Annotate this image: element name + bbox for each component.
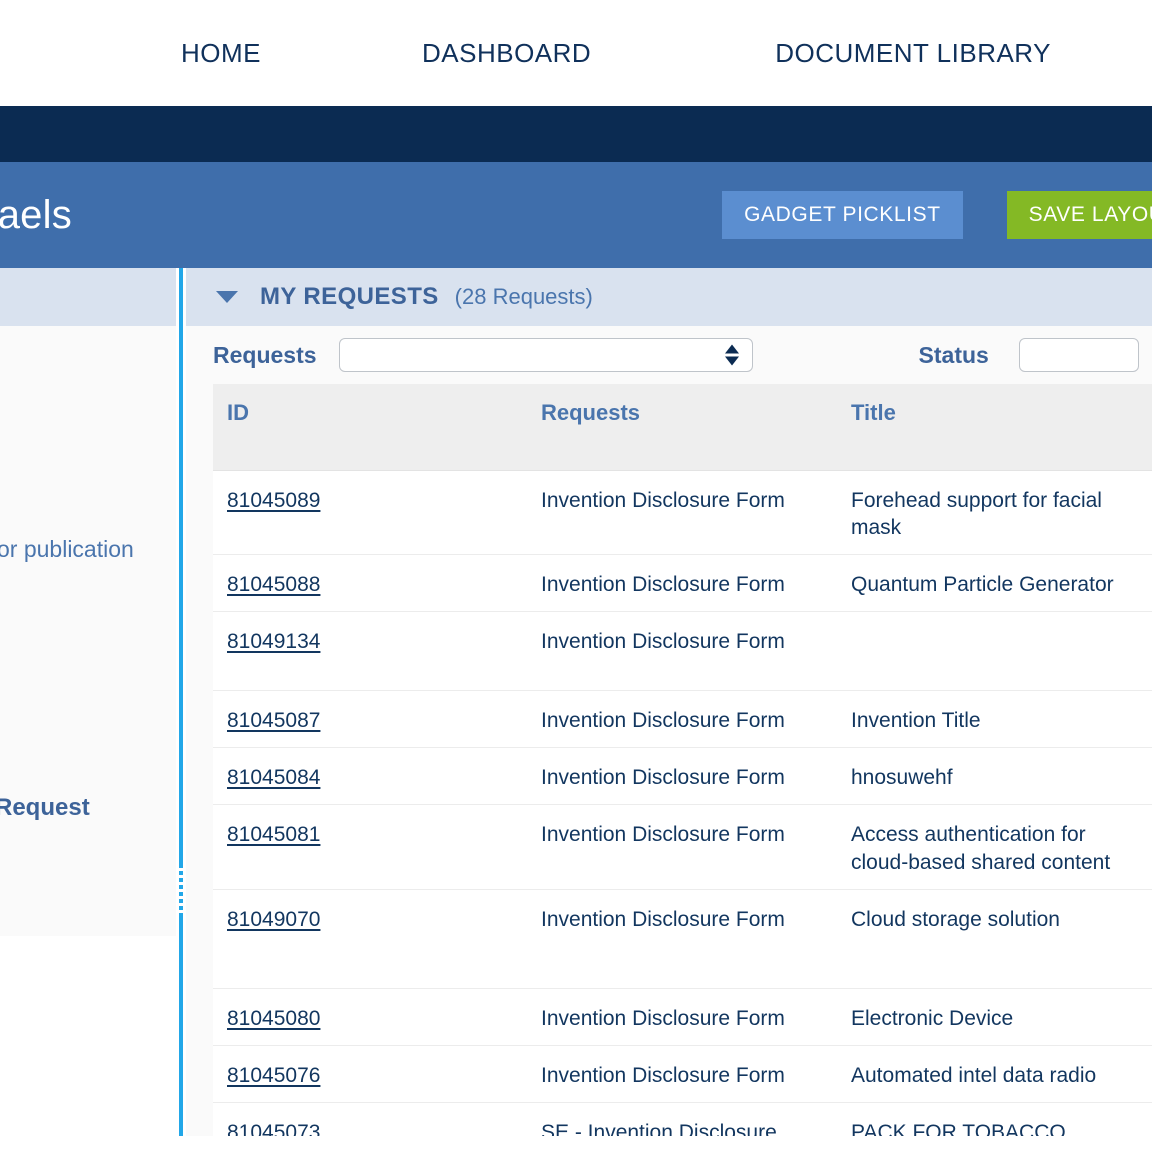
request-id-link[interactable]: 81045084 [227, 766, 320, 789]
requests-table: ID Requests Title 81045089 Invention Dis… [213, 384, 1152, 1136]
banner-actions: GADGET PICKLIST SAVE LAYOUT [722, 162, 1152, 268]
my-requests-title: MY REQUESTS [260, 283, 439, 310]
page-title: ichaels [0, 192, 72, 237]
cell-id: 81049134 [213, 611, 527, 692]
splitter-drag-handle[interactable] [179, 868, 183, 914]
cell-request-type: Invention Disclosure Form [527, 747, 837, 806]
sidebar-gadget-body: or publication Request [0, 326, 176, 936]
panel-splitter[interactable] [176, 268, 185, 1136]
table-header-row: ID Requests Title [213, 384, 1152, 471]
request-id-link[interactable]: 81045076 [227, 1064, 320, 1087]
top-navigation: HOME DASHBOARD DOCUMENT LIBRARY [0, 0, 1152, 106]
sidebar-gadget-header[interactable] [0, 268, 176, 326]
cell-id: 81045084 [213, 747, 527, 806]
request-id-link[interactable]: 81049070 [227, 908, 320, 931]
app-root: HOME DASHBOARD DOCUMENT LIBRARY ichaels … [0, 0, 1152, 1152]
requests-table-head: ID Requests Title [213, 384, 1152, 471]
table-row[interactable]: 81045087 Invention Disclosure Form Inven… [213, 690, 1152, 749]
save-layout-button[interactable]: SAVE LAYOUT [1006, 191, 1152, 239]
spinner-down-icon[interactable] [724, 356, 739, 366]
caret-down-icon[interactable] [216, 291, 238, 303]
filter-bar: Requests Status [186, 326, 1152, 384]
cell-id: 81045073 [213, 1102, 527, 1136]
sidebar-clipped-text-publication: or publication [0, 536, 134, 562]
cell-title: Invention Title [837, 690, 1152, 749]
table-row[interactable]: 81049134 Invention Disclosure Form [213, 611, 1152, 692]
nav-dashboard[interactable]: DASHBOARD [422, 38, 591, 69]
sidebar-gadget: or publication Request [0, 268, 176, 1136]
cell-id: 81045088 [213, 554, 527, 613]
request-id-link[interactable]: 81045087 [227, 709, 320, 732]
request-id-link[interactable]: 81045073 [227, 1121, 320, 1136]
cell-title: PACK FOR TOBACCO INDUSTRIAL PRODUCT WITH… [837, 1102, 1152, 1136]
table-row[interactable]: 81045080 Invention Disclosure Form Elect… [213, 988, 1152, 1046]
cell-id: 81045076 [213, 1045, 527, 1103]
cell-title: Electronic Device [837, 988, 1152, 1046]
request-id-link[interactable]: 81045088 [227, 573, 320, 596]
requests-filter-label: Requests [213, 341, 317, 368]
request-id-link[interactable]: 81045089 [227, 489, 320, 512]
cell-title: hnosuwehf [837, 747, 1152, 806]
cell-request-type: Invention Disclosure Form [527, 1045, 837, 1103]
dashboard-body: or publication Request MY REQUESTS (28 R… [0, 268, 1152, 1136]
sidebar-clipped-text-request: Request [0, 794, 90, 821]
cell-request-type: SE - Invention Disclosure Form [527, 1102, 837, 1136]
column-header-requests[interactable]: Requests [527, 384, 837, 471]
column-header-id[interactable]: ID [213, 384, 527, 471]
cell-request-type: Invention Disclosure Form [527, 988, 837, 1046]
cell-title: Cloud storage solution [837, 889, 1152, 989]
my-requests-gadget: MY REQUESTS (28 Requests) Requests Statu… [185, 268, 1152, 1136]
cell-title: Access authentication for cloud-based sh… [837, 804, 1152, 890]
nav-home[interactable]: HOME [181, 38, 261, 69]
my-requests-header: MY REQUESTS (28 Requests) [186, 268, 1152, 326]
spinner-arrows-icon[interactable] [724, 344, 739, 366]
cell-id: 81045087 [213, 690, 527, 749]
table-row[interactable]: 81049070 Invention Disclosure Form Cloud… [213, 889, 1152, 989]
cell-request-type: Invention Disclosure Form [527, 611, 837, 692]
status-filter-select[interactable] [1018, 338, 1139, 372]
requests-table-body: 81045089 Invention Disclosure Form Foreh… [213, 470, 1152, 1136]
requests-filter-select[interactable] [338, 338, 753, 372]
navy-divider-bar [0, 106, 1152, 162]
table-row[interactable]: 81045089 Invention Disclosure Form Foreh… [213, 470, 1152, 556]
cell-title: Automated intel data radio [837, 1045, 1152, 1103]
table-row[interactable]: 81045084 Invention Disclosure Form hnosu… [213, 747, 1152, 806]
table-row[interactable]: 81045088 Invention Disclosure Form Quant… [213, 554, 1152, 613]
request-id-link[interactable]: 81049134 [227, 630, 320, 653]
cell-request-type: Invention Disclosure Form [527, 470, 837, 556]
column-header-title[interactable]: Title [837, 384, 1152, 471]
my-requests-count: (28 Requests) [454, 284, 593, 309]
splitter-line [179, 268, 183, 1136]
nav-document-library[interactable]: DOCUMENT LIBRARY [775, 38, 1051, 69]
cell-title: Quantum Particle Generator [837, 554, 1152, 613]
table-row[interactable]: 81045076 Invention Disclosure Form Autom… [213, 1045, 1152, 1103]
table-row[interactable]: 81045081 Invention Disclosure Form Acces… [213, 804, 1152, 890]
cell-request-type: Invention Disclosure Form [527, 690, 837, 749]
page-banner: ichaels GADGET PICKLIST SAVE LAYOUT [0, 162, 1152, 268]
requests-table-wrapper: ID Requests Title 81045089 Invention Dis… [213, 384, 1152, 1136]
cell-request-type: Invention Disclosure Form [527, 889, 837, 989]
request-id-link[interactable]: 81045080 [227, 1007, 320, 1030]
spinner-up-icon[interactable] [724, 344, 739, 354]
status-filter-label: Status [918, 341, 989, 368]
table-row[interactable]: 81045073 SE - Invention Disclosure Form … [213, 1102, 1152, 1136]
cell-title: Forehead support for facial mask [837, 470, 1152, 556]
cell-request-type: Invention Disclosure Form [527, 554, 837, 613]
cell-id: 81045081 [213, 804, 527, 890]
cell-title [837, 611, 1152, 692]
cell-request-type: Invention Disclosure Form [527, 804, 837, 890]
cell-id: 81045089 [213, 470, 527, 556]
cell-id: 81049070 [213, 889, 527, 989]
gadget-picklist-button[interactable]: GADGET PICKLIST [722, 191, 963, 239]
request-id-link[interactable]: 81045081 [227, 823, 320, 846]
cell-id: 81045080 [213, 988, 527, 1046]
